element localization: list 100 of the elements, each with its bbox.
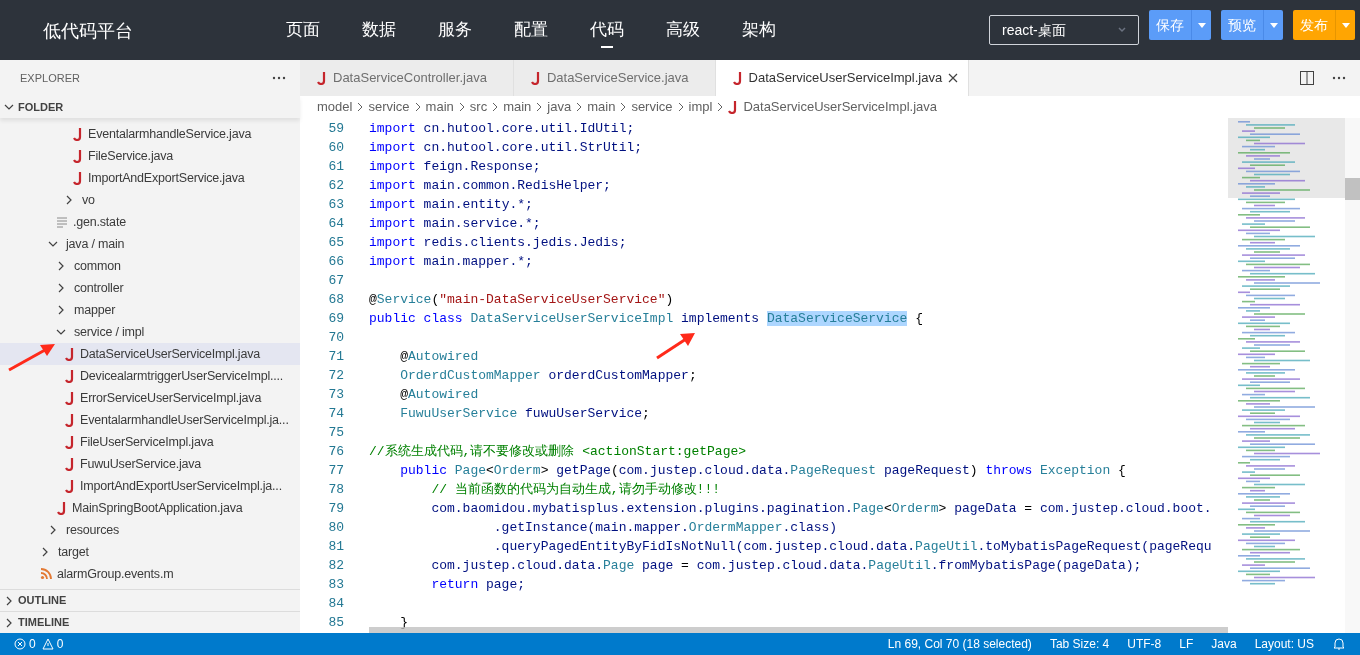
status-item[interactable]: Tab Size: 4 — [1049, 635, 1110, 653]
status-item[interactable]: LF — [1179, 635, 1194, 653]
chevron-down-icon[interactable] — [56, 327, 66, 337]
code-line: import main.mapper.*; — [369, 253, 533, 271]
nav-tab[interactable]: 页面 — [265, 0, 341, 60]
bell-icon[interactable] — [1332, 637, 1346, 651]
tree-item[interactable]: DevicealarmtriggerUserServiceImpl.... — [0, 365, 300, 387]
code-line: } — [399, 614, 408, 632]
feed-file-icon — [40, 568, 52, 580]
line-number: 79 — [327, 500, 344, 518]
chevron-right-icon[interactable] — [56, 261, 66, 271]
nav-tab[interactable]: 架构 — [721, 0, 797, 60]
tree-item[interactable]: EventalarmhandleService.java — [0, 123, 300, 145]
tree-item[interactable]: ErrorServiceUserServiceImpl.java — [0, 387, 300, 409]
tree-item[interactable]: .gen.state — [0, 211, 300, 233]
chevron-right-icon — [536, 102, 543, 112]
chevron-right-icon[interactable] — [4, 617, 14, 628]
folder-section-header[interactable]: FOLDER — [0, 96, 300, 118]
dropdown-button[interactable] — [1263, 10, 1283, 40]
warning-icon[interactable] — [41, 638, 54, 650]
breadcrumb-item[interactable]: service — [367, 97, 411, 117]
dropdown-button[interactable] — [1191, 10, 1211, 40]
breadcrumb-item[interactable]: service — [630, 97, 674, 117]
chevron-right-icon[interactable] — [56, 283, 66, 293]
chevron-right-icon — [576, 102, 583, 112]
code-line: import main.service.*; — [369, 215, 541, 233]
tree-item[interactable]: java / main — [0, 233, 300, 255]
select-value: react-桌面 — [1002, 20, 1066, 40]
tree-item[interactable]: MainSpringBootApplication.java — [0, 497, 300, 519]
tree-item[interactable]: FuwuUserService.java — [0, 453, 300, 475]
chevron-right-icon[interactable] — [48, 525, 58, 535]
code-line: com.justep.cloud.data.Page page = com.justep.cloud.data.PageUtil.fromMybatisPage(pageData); — [430, 557, 1142, 575]
tree-item[interactable]: FileService.java — [0, 145, 300, 167]
section-title: TIMELINE — [18, 615, 70, 631]
tree-item[interactable]: ImportAndExportService.java — [0, 167, 300, 189]
code-line: // 当前函数的代码为自动生成,请勿手动修改!!! — [430, 481, 721, 499]
line-number: 73 — [327, 386, 344, 404]
editor-tab[interactable]: DataServiceUserServiceImpl.java — [715, 60, 970, 96]
tree-item[interactable]: vo — [0, 189, 300, 211]
tree-item[interactable]: DataServiceUserServiceImpl.java — [0, 343, 300, 365]
split-editor-icon[interactable] — [1300, 71, 1314, 85]
tree-item[interactable]: mapper — [0, 299, 300, 321]
breadcrumb-item[interactable]: model — [316, 97, 354, 117]
tree-item[interactable]: FileUserServiceImpl.java — [0, 431, 300, 453]
nav-tab[interactable]: 配置 — [493, 0, 569, 60]
editor-tab[interactable]: DataServiceService.java — [513, 60, 716, 96]
tree-item[interactable]: EventalarmhandleUserServiceImpl.ja... — [0, 409, 300, 431]
line-number: 78 — [327, 481, 344, 499]
more-icon[interactable] — [272, 76, 286, 80]
nav-tab[interactable]: 代码 — [569, 0, 645, 60]
arrow-annotation — [656, 333, 695, 360]
tree-item[interactable]: target — [0, 541, 300, 563]
chevron-right-icon[interactable] — [64, 195, 74, 205]
status-item[interactable]: Java — [1211, 635, 1237, 653]
chevron-right-icon[interactable] — [40, 547, 50, 557]
error-count[interactable]: 0 — [29, 635, 36, 653]
tree-item[interactable]: controller — [0, 277, 300, 299]
status-item[interactable]: Layout: US — [1254, 635, 1314, 653]
panel-header[interactable]: OUTLINE — [0, 589, 300, 611]
close-icon[interactable] — [948, 73, 959, 83]
line-number: 84 — [327, 595, 344, 613]
tree-item[interactable]: resources — [0, 519, 300, 541]
java-file-icon — [731, 71, 743, 85]
status-item[interactable]: UTF-8 — [1127, 635, 1162, 653]
section-title: FOLDER — [18, 99, 64, 115]
nav-tab[interactable]: 高级 — [645, 0, 721, 60]
horizontal-scrollbar-thumb[interactable] — [369, 627, 1228, 633]
java-file-icon — [64, 369, 75, 383]
breadcrumb-item[interactable]: DataServiceUserServiceImpl.java — [742, 97, 939, 117]
breadcrumb-item[interactable]: java — [546, 97, 573, 117]
java-file-icon — [72, 171, 83, 185]
error-icon[interactable] — [14, 638, 26, 650]
code-line: OrderdCustomMapper orderdCustomMapper; — [399, 367, 697, 385]
breadcrumb-item[interactable]: main — [502, 97, 533, 117]
tree-item[interactable]: service / impl — [0, 321, 300, 343]
editor-tab[interactable]: DataServiceController.java — [300, 60, 514, 96]
status-item[interactable]: Ln 69, Col 70 (18 selected) — [887, 635, 1032, 653]
chevron-right-icon — [620, 102, 627, 112]
nav-tab[interactable]: 数据 — [341, 0, 417, 60]
chevron-right-icon[interactable] — [4, 595, 14, 606]
nav-tab[interactable]: 服务 — [417, 0, 493, 60]
vertical-scrollbar-thumb[interactable] — [1345, 178, 1360, 200]
tree-item[interactable]: common — [0, 255, 300, 277]
chevron-right-icon[interactable] — [56, 305, 66, 315]
line-number: 83 — [327, 576, 344, 594]
code-line: import redis.clients.jedis.Jedis; — [369, 234, 627, 252]
more-icon[interactable] — [1332, 76, 1346, 80]
tree-item[interactable]: alarmGroup.events.m — [0, 563, 300, 585]
breadcrumb-item[interactable]: main — [586, 97, 617, 117]
chevron-down-icon[interactable] — [48, 239, 58, 249]
line-number: 62 — [327, 177, 344, 195]
chevron-down-icon[interactable] — [4, 102, 14, 112]
project-select[interactable]: react-桌面 — [989, 15, 1139, 45]
line-number: 63 — [327, 196, 344, 214]
tree-item[interactable]: ImportAndExportUserServiceImpl.ja... — [0, 475, 300, 497]
breadcrumb-item[interactable]: impl — [687, 97, 714, 117]
breadcrumb-item[interactable]: src — [468, 97, 489, 117]
warning-count[interactable]: 0 — [56, 635, 64, 653]
caret-down-icon — [1269, 22, 1278, 28]
breadcrumb-item[interactable]: main — [424, 97, 455, 117]
